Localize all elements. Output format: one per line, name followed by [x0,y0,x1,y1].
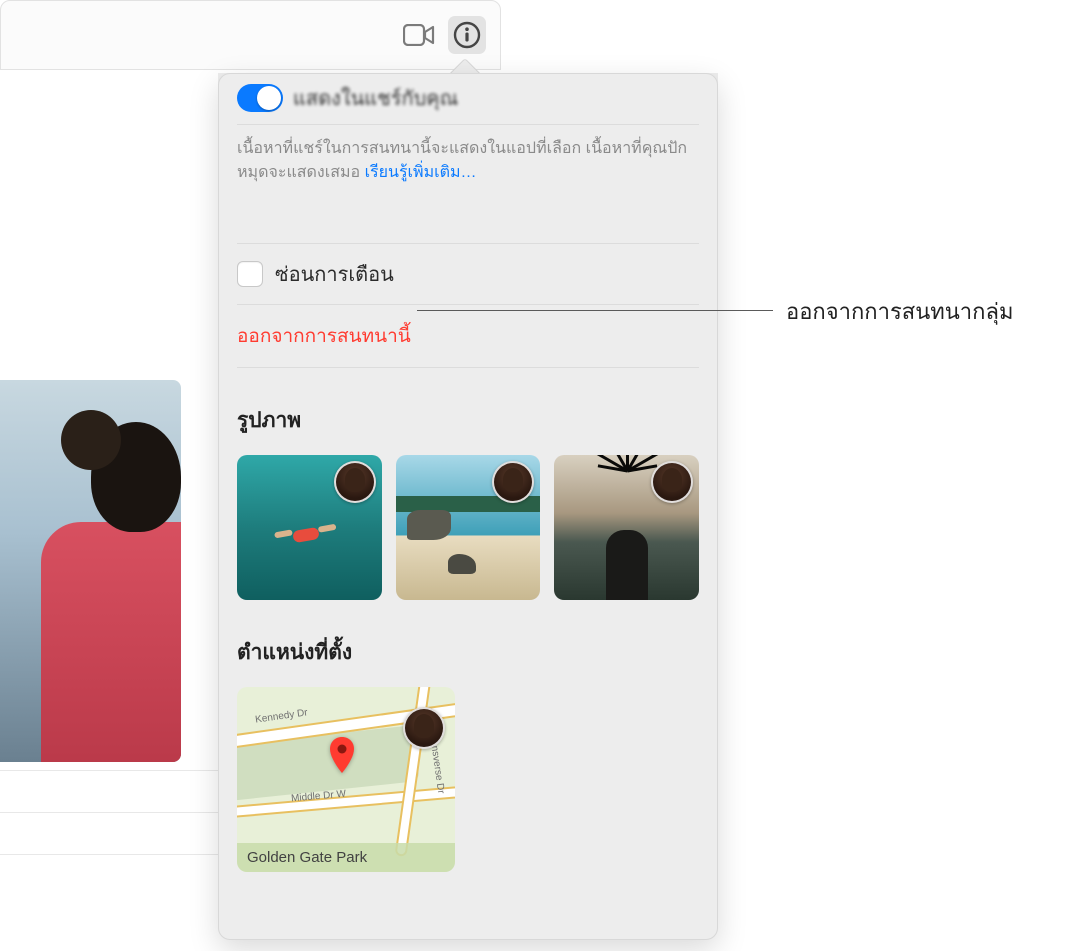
photo-thumbnail[interactable] [396,455,541,600]
photos-section-title: รูปภาพ [237,404,699,437]
shared-with-you-toggle[interactable] [237,84,283,112]
photo-thumbnail[interactable] [237,455,382,600]
shared-with-you-description: เนื้อหาที่แชร์ในการสนทนานี้จะแสดงในแอปที… [237,125,699,193]
conversation-background-photo [0,380,181,762]
photos-grid [237,455,699,600]
learn-more-link[interactable]: เรียนรู้เพิ่มเติม… [365,164,477,181]
hide-alerts-checkbox[interactable] [237,261,263,287]
callout-label: ออกจากการสนทนากลุ่ม [786,294,1013,329]
hide-alerts-row[interactable]: ซ่อนการเตือน [237,243,699,305]
location-section-title: ตำแหน่งที่ตั้ง [237,636,699,669]
details-popover: แสดงในแชร์กับคุณ เนื้อหาที่แชร์ในการสนทน… [218,73,718,940]
callout-leader-line [417,310,773,311]
leave-conversation-row[interactable]: ออกจากการสนทนานี้ [237,305,699,368]
window-toolbar [0,0,501,70]
location-thumbnail[interactable]: Kennedy Dr Middle Dr W Transverse Dr Gol… [237,687,455,872]
photo-thumbnail[interactable] [554,455,699,600]
facetime-button[interactable] [400,16,438,54]
map-pin-icon [329,737,355,780]
info-button[interactable] [448,16,486,54]
shared-with-you-label: แสดงในแชร์กับคุณ [293,82,458,114]
hide-alerts-label: ซ่อนการเตือน [275,258,394,290]
map-caption: Golden Gate Park [237,843,455,872]
sender-avatar-icon [651,461,693,503]
sender-avatar-icon [334,461,376,503]
shared-with-you-row: แสดงในแชร์กับคุณ [237,74,699,125]
background-list-rows [0,770,218,896]
toggle-knob [257,86,281,110]
sender-avatar-icon [403,707,445,749]
map-road-label: Kennedy Dr [254,707,308,725]
leave-conversation-label[interactable]: ออกจากการสนทนานี้ [237,326,411,347]
